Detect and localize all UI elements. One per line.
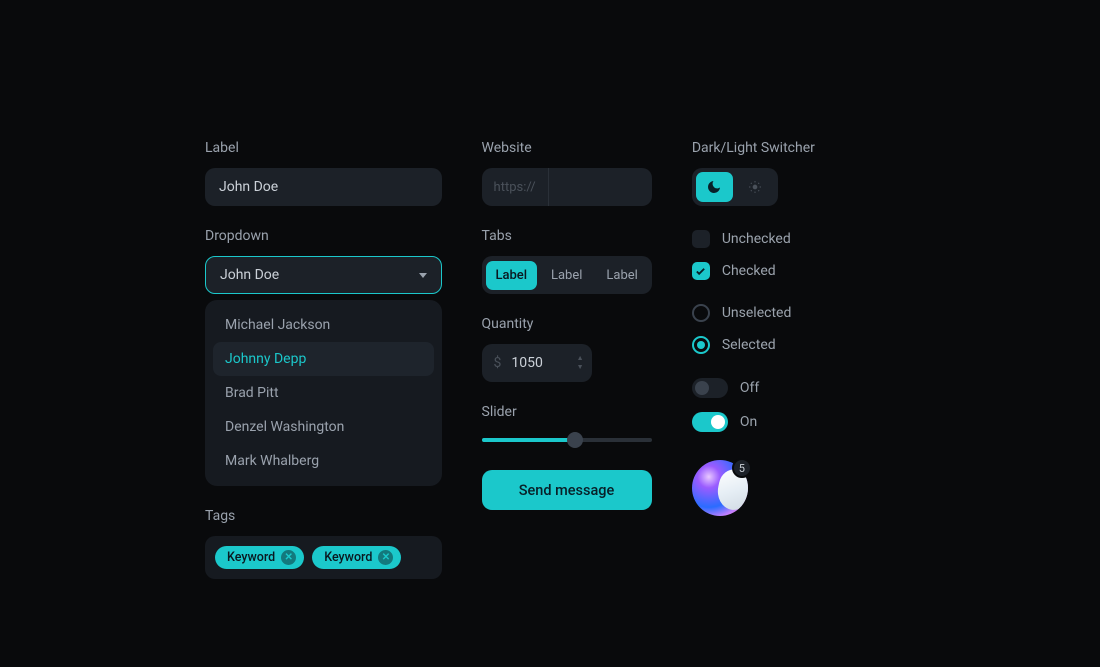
tab[interactable]: Label <box>596 261 647 290</box>
quantity-stepper[interactable]: $ 1050 ▲ ▼ <box>482 344 592 382</box>
name-field[interactable] <box>219 179 428 195</box>
toggle-on[interactable] <box>692 412 728 432</box>
chevron-down-icon <box>419 273 427 278</box>
radio-unselected[interactable] <box>692 304 710 322</box>
tag[interactable]: Keyword ✕ <box>312 546 401 569</box>
dropdown-label: Dropdown <box>205 228 442 244</box>
radio-label: Unselected <box>722 305 792 321</box>
currency-symbol: $ <box>494 355 502 371</box>
dropdown-value: John Doe <box>220 267 279 283</box>
slider[interactable] <box>482 438 652 442</box>
slider-fill <box>482 438 576 442</box>
quantity-value: 1050 <box>511 355 566 371</box>
column-right: Dark/Light Switcher Unchecked Checked Un <box>692 140 900 579</box>
avatar[interactable]: 5 <box>692 460 748 516</box>
tag-label: Keyword <box>324 550 372 565</box>
toggle-off[interactable] <box>692 378 728 398</box>
tab[interactable]: Label <box>486 261 537 290</box>
column-inputs: Label Dropdown John Doe Michael Jackson … <box>205 140 442 579</box>
menu-item[interactable]: Denzel Washington <box>213 410 434 444</box>
input-label: Label <box>205 140 442 156</box>
url-prefix: https:// <box>482 168 549 206</box>
menu-item[interactable]: Brad Pitt <box>213 376 434 410</box>
toggle-label: On <box>740 414 757 430</box>
menu-item[interactable]: Michael Jackson <box>213 308 434 342</box>
tags-input[interactable]: Keyword ✕ Keyword ✕ <box>205 536 442 579</box>
dropdown-menu: Michael Jackson Johnny Depp Brad Pitt De… <box>205 300 442 486</box>
switcher-label: Dark/Light Switcher <box>692 140 900 156</box>
website-label: Website <box>482 140 652 156</box>
chevron-up-icon[interactable]: ▲ <box>577 355 584 362</box>
checkbox-unchecked[interactable] <box>692 230 710 248</box>
tabs-label: Tabs <box>482 228 652 244</box>
slider-label: Slider <box>482 404 652 420</box>
moon-icon[interactable] <box>696 172 733 202</box>
close-icon[interactable]: ✕ <box>281 550 296 565</box>
close-icon[interactable]: ✕ <box>378 550 393 565</box>
checkbox-label: Checked <box>722 263 776 279</box>
slider-thumb[interactable] <box>567 432 583 448</box>
tag[interactable]: Keyword ✕ <box>215 546 304 569</box>
dropdown[interactable]: John Doe <box>205 256 442 294</box>
tabs: Label Label Label <box>482 256 652 294</box>
column-middle: Website https:// Tabs Label Label Label … <box>482 140 652 579</box>
radio-label: Selected <box>722 337 776 353</box>
menu-item[interactable]: Johnny Depp <box>213 342 434 376</box>
stepper-buttons[interactable]: ▲ ▼ <box>577 355 588 371</box>
quantity-label: Quantity <box>482 316 652 332</box>
tags-label: Tags <box>205 508 442 524</box>
website-input[interactable]: https:// <box>482 168 652 206</box>
toggle-label: Off <box>740 380 759 396</box>
send-message-button[interactable]: Send message <box>482 470 652 510</box>
tag-label: Keyword <box>227 550 275 565</box>
notification-badge: 5 <box>732 458 752 478</box>
text-input[interactable] <box>205 168 442 206</box>
sun-icon[interactable] <box>737 172 774 202</box>
chevron-down-icon[interactable]: ▼ <box>577 364 584 371</box>
radio-selected[interactable] <box>692 336 710 354</box>
checkbox-checked[interactable] <box>692 262 710 280</box>
menu-item[interactable]: Mark Whalberg <box>213 444 434 478</box>
theme-switcher[interactable] <box>692 168 778 206</box>
tab[interactable]: Label <box>541 261 592 290</box>
checkbox-label: Unchecked <box>722 231 791 247</box>
